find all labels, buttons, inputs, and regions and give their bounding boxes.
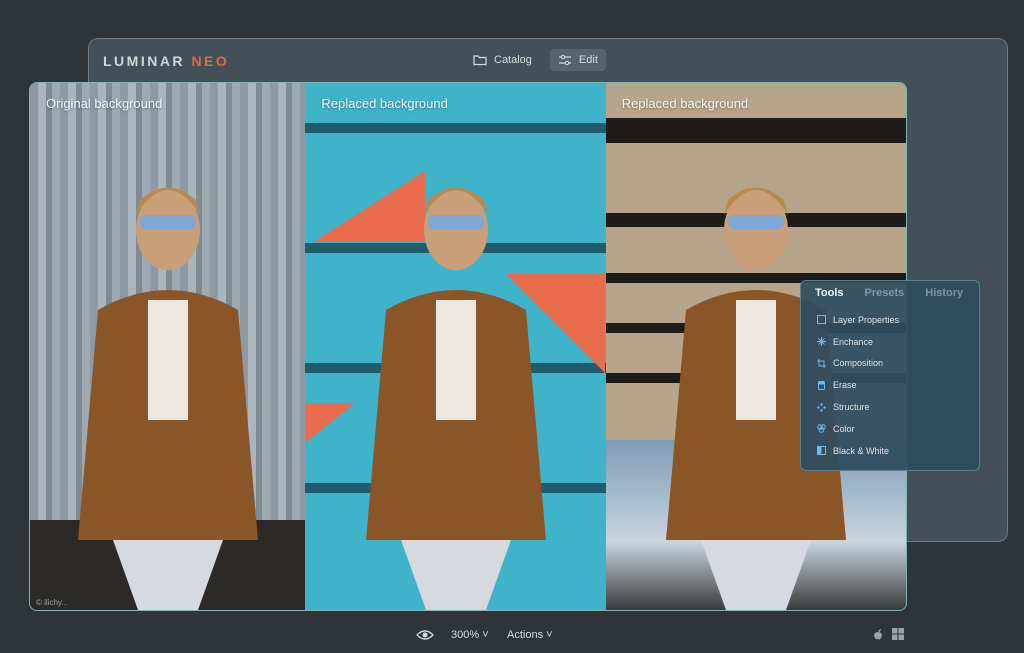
apple-icon [874, 629, 882, 640]
tool-label: Color [833, 423, 855, 434]
tool-composition[interactable]: Composition [817, 353, 979, 375]
logo-neo: NEO [191, 53, 230, 69]
crop-icon [817, 358, 826, 368]
tool-label: Composition [833, 358, 884, 369]
structure-icon [817, 402, 826, 412]
tool-label: Enchance [833, 336, 874, 347]
tool-label: Black & White [833, 445, 890, 456]
folder-icon [473, 55, 487, 66]
top-nav: Catalog Edit [465, 49, 606, 71]
black-white-icon [817, 446, 826, 456]
model-figure [365, 187, 546, 610]
app-logo: LUMINAR NEO [103, 53, 229, 69]
edit-button[interactable]: Edit [549, 49, 606, 71]
zoom-dropdown[interactable]: 300% ˅ [451, 629, 489, 641]
zoom-value: 300% [451, 629, 480, 641]
catalog-label: Catalog [494, 54, 532, 66]
tab-tools[interactable]: Tools [815, 287, 844, 299]
tab-presets[interactable]: Presets [865, 287, 905, 299]
catalog-button[interactable]: Catalog [465, 49, 540, 71]
tool-enchance[interactable]: Enchance [817, 331, 979, 353]
tools-panel: Tools Presets History Layer Properties E… [800, 280, 980, 471]
platform-icons [872, 628, 904, 640]
panel-label: Replaced background [321, 96, 448, 111]
chevron-down-icon: ˅ [543, 629, 553, 641]
sparkle-icon [817, 337, 826, 347]
original-panel: Original background © ilichy... [30, 83, 306, 610]
shape [305, 403, 356, 443]
tool-label: Layer Properties [833, 314, 900, 325]
credit-text: © ilichy... [36, 598, 68, 607]
replaced-panel-1: Replaced background [305, 83, 606, 610]
panel-label: Original background [46, 96, 163, 111]
stripe [305, 123, 606, 133]
tab-history[interactable]: History [925, 287, 963, 299]
panel-label: Replaced background [621, 96, 749, 111]
sliders-icon [558, 54, 571, 66]
layer-properties-icon [817, 315, 826, 325]
model-figure [77, 187, 258, 610]
actions-dropdown[interactable]: Actions ˅ [507, 629, 553, 641]
tools-list: Layer Properties Enchance Composition Er… [801, 309, 979, 462]
chevron-down-icon: ˅ [479, 629, 489, 641]
tool-structure[interactable]: Structure [817, 396, 979, 418]
tool-label: Structure [833, 402, 870, 413]
image-comparison: Original background © ilichy... Replaced… [29, 82, 907, 611]
tool-label: Erase [833, 380, 857, 391]
actions-label: Actions [507, 629, 544, 641]
edit-label: Edit [578, 54, 598, 66]
tool-layer-properties[interactable]: Layer Properties [817, 309, 979, 331]
tool-color[interactable]: Color [817, 418, 979, 440]
tool-black-white[interactable]: Black & White [817, 440, 979, 462]
bottom-bar: 300% ˅ Actions ˅ [0, 625, 1024, 647]
logo-luminar: LUMINAR [103, 53, 186, 69]
band [605, 118, 906, 143]
eye-icon[interactable] [416, 629, 434, 641]
color-icon [817, 424, 826, 434]
eraser-icon [817, 380, 826, 390]
tool-erase[interactable]: Erase [817, 374, 979, 396]
tools-tabs: Tools Presets History [801, 281, 979, 299]
windows-icon [892, 628, 904, 640]
